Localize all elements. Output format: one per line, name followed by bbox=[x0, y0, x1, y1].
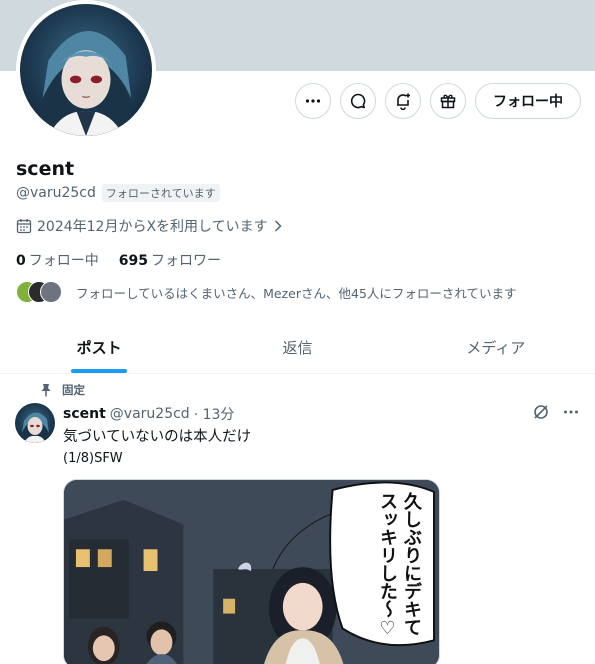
calendar-icon bbox=[16, 219, 32, 234]
joined-date-link[interactable]: 2024年12月からXを利用しています bbox=[16, 216, 283, 236]
tab-replies[interactable]: 返信 bbox=[198, 322, 396, 373]
follower-avatars bbox=[16, 281, 64, 303]
tab-posts[interactable]: ポスト bbox=[0, 322, 198, 373]
grok-icon[interactable] bbox=[532, 403, 550, 421]
profile-tabs: ポスト 返信 メディア bbox=[0, 322, 595, 374]
image-speech-bubble: 久しぶりにデキてスッキリした〜♡ bbox=[377, 492, 422, 639]
gift-icon bbox=[440, 94, 456, 109]
avatar bbox=[40, 281, 62, 303]
follows-you-badge: フォローされています bbox=[101, 184, 220, 202]
bell-plus-icon bbox=[397, 93, 410, 110]
notify-button[interactable] bbox=[385, 83, 421, 119]
more-icon bbox=[305, 99, 321, 103]
post-image[interactable]: 久しぶりにデキてスッキリした〜♡ bbox=[63, 479, 440, 664]
post-author-avatar[interactable] bbox=[15, 403, 55, 443]
more-button[interactable] bbox=[295, 83, 331, 119]
message-button[interactable] bbox=[340, 83, 376, 119]
followed-by-link[interactable]: フォローしているはくまいさん、Mezerさん、他45人にフォローされています bbox=[16, 281, 517, 303]
post-author-handle[interactable]: @varu25cd bbox=[110, 406, 190, 422]
pin-icon bbox=[41, 384, 51, 397]
pinned-indicator: 固定 bbox=[40, 382, 85, 398]
tab-media[interactable]: メディア bbox=[397, 322, 595, 373]
gift-button[interactable] bbox=[430, 83, 466, 119]
followed-by-text: フォローしているはくまいさん、Mezerさん、他45人にフォローされています bbox=[76, 285, 517, 301]
post-body: 気づいていないのは本人だけ (1/8)SFW bbox=[63, 427, 251, 469]
message-icon bbox=[350, 93, 366, 109]
post-header: scent @varu25cd · 13分 bbox=[63, 404, 234, 424]
joined-date: 2024年12月からXを利用しています bbox=[37, 219, 268, 235]
following-stat[interactable]: 0 フォロー中 bbox=[16, 250, 99, 270]
profile-avatar[interactable] bbox=[16, 0, 156, 140]
chevron-right-icon bbox=[274, 220, 282, 232]
post-text: 気づいていないのは本人だけ bbox=[63, 429, 252, 445]
following-button[interactable]: フォロー中 bbox=[475, 83, 581, 119]
followers-stat[interactable]: 695 フォロワー bbox=[119, 250, 221, 270]
post-subtext: (1/8)SFW bbox=[63, 451, 123, 466]
post-author-name[interactable]: scent bbox=[63, 406, 106, 422]
profile-name: scent bbox=[16, 158, 75, 180]
more-icon[interactable] bbox=[562, 403, 580, 421]
post-timestamp[interactable]: · 13分 bbox=[194, 404, 235, 424]
profile-handle: @varu25cd bbox=[16, 185, 96, 201]
